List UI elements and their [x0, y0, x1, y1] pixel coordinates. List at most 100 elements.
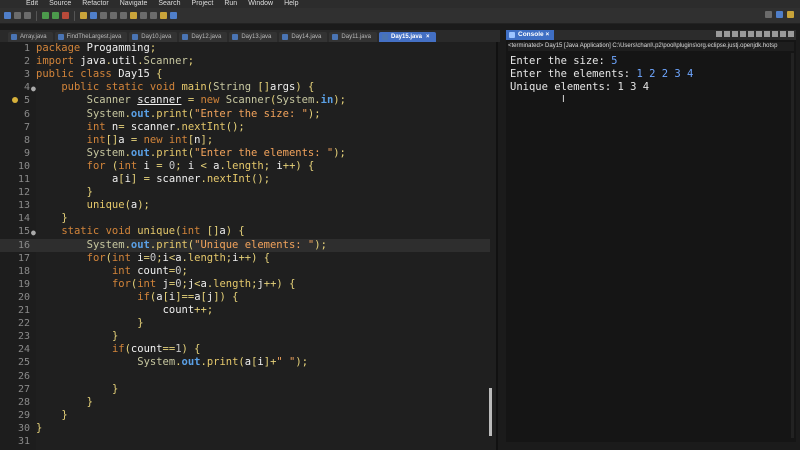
console-status: <terminated> Day15 [Java Application] C:… [508, 42, 794, 51]
tab-console[interactable]: Console × [506, 30, 555, 40]
code-line[interactable]: 4 ● public static void main(String []args… [0, 81, 490, 94]
remove-launch-icon[interactable] [724, 31, 730, 37]
code-editor[interactable]: 1 package Progamming; 2 import java.util.Sc… [0, 42, 498, 450]
code-line[interactable]: 12 } [0, 186, 490, 199]
new-icon[interactable] [4, 12, 11, 19]
folder-icon[interactable] [160, 12, 167, 19]
menu-window[interactable]: Window [248, 0, 273, 8]
code-line[interactable]: 15 ● static void unique(int []a) { [0, 225, 490, 238]
code-line[interactable]: 11 a[i] = scanner.nextInt(); [0, 173, 490, 186]
code-line[interactable]: 3 public class Day15 { [0, 68, 490, 81]
open-type-icon[interactable] [80, 12, 87, 19]
tab-day14[interactable]: Day14.java [279, 32, 328, 42]
code-text: } [86, 395, 93, 408]
forward-icon[interactable] [120, 12, 127, 19]
menu-refactor[interactable]: Refactor [82, 0, 108, 8]
code-line[interactable]: 1 package Progamming; [0, 42, 490, 55]
debug-perspective-icon[interactable] [787, 11, 794, 18]
code-line[interactable]: 5 Scanner scanner = new Scanner(System.i… [0, 94, 490, 107]
tab-day12[interactable]: Day12.java [179, 32, 228, 42]
code-line[interactable]: 6 System.out.print("Enter the size: "); [0, 108, 490, 121]
run-icon[interactable] [52, 12, 59, 19]
terminate-icon[interactable] [716, 31, 722, 37]
save-all-icon[interactable] [24, 12, 31, 19]
minimize-icon[interactable] [780, 31, 786, 37]
search-icon[interactable] [765, 11, 772, 18]
menu-run[interactable]: Run [224, 0, 237, 8]
save-icon[interactable] [14, 12, 21, 19]
menu-navigate[interactable]: Navigate [120, 0, 148, 8]
line-number: 14 [17, 213, 30, 225]
code-line[interactable]: 24 if(count==1) { [0, 343, 490, 356]
code-line[interactable]: 22 } [0, 317, 490, 330]
code-line[interactable]: 31 [0, 435, 490, 448]
search-icon[interactable] [100, 12, 107, 19]
console-input: 5 [611, 55, 618, 67]
task-icon[interactable] [170, 12, 177, 19]
pin-console-icon[interactable] [756, 31, 762, 37]
maximize-icon[interactable] [788, 31, 794, 37]
stop-icon[interactable] [62, 12, 69, 19]
code-line[interactable]: 26 [0, 370, 490, 383]
new-class-icon[interactable] [90, 12, 97, 19]
line-number: 2 [23, 56, 30, 68]
code-line[interactable]: 25 System.out.print(a[i]+" "); [0, 356, 490, 369]
menu-edit[interactable]: Edit [26, 0, 38, 8]
tab-array[interactable]: Array.java [8, 32, 53, 42]
code-line[interactable]: 7 int n= scanner.nextInt(); [0, 121, 490, 134]
text-cursor-icon: I [562, 94, 565, 105]
debug-icon[interactable] [42, 12, 49, 19]
scroll-lock-icon[interactable] [740, 31, 746, 37]
close-icon[interactable]: × [426, 34, 430, 40]
menu-help[interactable]: Help [284, 0, 298, 8]
code-line[interactable]: 9 System.out.print("Enter the elements: … [0, 147, 490, 160]
code-line[interactable]: 8 int[]a = new int[n]; [0, 134, 490, 147]
clear-console-icon[interactable] [732, 31, 738, 37]
code-line[interactable]: 20 if(a[i]==a[j]) { [0, 291, 490, 304]
code-text: } [61, 212, 68, 225]
line-number: 11 [17, 174, 30, 185]
close-icon[interactable]: × [545, 31, 549, 38]
line-number: 6 [23, 108, 30, 120]
pin-icon[interactable] [140, 12, 147, 19]
external-tools-icon[interactable] [150, 12, 157, 19]
line-number: 10 [17, 160, 30, 172]
tab-day11[interactable]: Day11.java [329, 32, 377, 42]
code-line[interactable]: 14 } [0, 212, 490, 225]
tab-day10[interactable]: Day10.java [129, 32, 178, 42]
code-line[interactable]: 13 unique(a); [0, 199, 490, 212]
console-scrollbar[interactable] [791, 53, 794, 438]
code-text: } [111, 382, 119, 395]
display-console-icon[interactable] [764, 31, 770, 37]
code-line[interactable]: 10 for (int i = 0; i < a.length; i++) { [0, 160, 490, 173]
code-line[interactable]: 29 } [0, 409, 490, 422]
perspective-switcher [765, 11, 794, 18]
tab-day15[interactable]: Day15.java × [378, 32, 436, 42]
code-line[interactable]: 17 for(int i=0;i<a.length;i++) { [0, 252, 490, 265]
open-console-icon[interactable] [772, 31, 778, 37]
annotation-icon[interactable] [130, 12, 137, 19]
back-icon[interactable] [110, 12, 117, 19]
editor-tabbar: Array.java FindTheLargest.java Day10.jav… [0, 30, 500, 42]
word-wrap-icon[interactable] [748, 31, 754, 37]
code-line[interactable]: 21 count++; [0, 304, 490, 317]
code-line[interactable]: 16 System.out.print("Unique elements: ")… [0, 238, 490, 252]
tab-label: Day15.java [390, 34, 423, 40]
menu-project[interactable]: Project [192, 0, 214, 8]
code-line[interactable]: 18 int count=0; [0, 265, 490, 278]
code-line[interactable]: 19 for(int j=0;j<a.length;j++) { [0, 278, 490, 291]
code-line[interactable]: 28 } [0, 396, 490, 409]
menu-source[interactable]: Source [49, 0, 71, 8]
code-line[interactable]: 23 } [0, 330, 490, 343]
code-line[interactable]: 27 } [0, 383, 490, 396]
code-line[interactable]: 30} [0, 422, 490, 435]
line-number: 13 [17, 200, 30, 212]
menu-search[interactable]: Search [158, 0, 180, 8]
code-line[interactable]: 2 import java.util.Scanner; [0, 55, 490, 68]
tab-day13[interactable]: Day13.java [229, 32, 278, 42]
code-text: int n= scanner.nextInt(); [86, 120, 245, 133]
tab-findthelargest[interactable]: FindTheLargest.java [54, 32, 128, 42]
editor-scrollbar[interactable] [489, 388, 492, 436]
java-perspective-icon[interactable] [776, 11, 783, 18]
line-number: 7 [23, 121, 30, 133]
